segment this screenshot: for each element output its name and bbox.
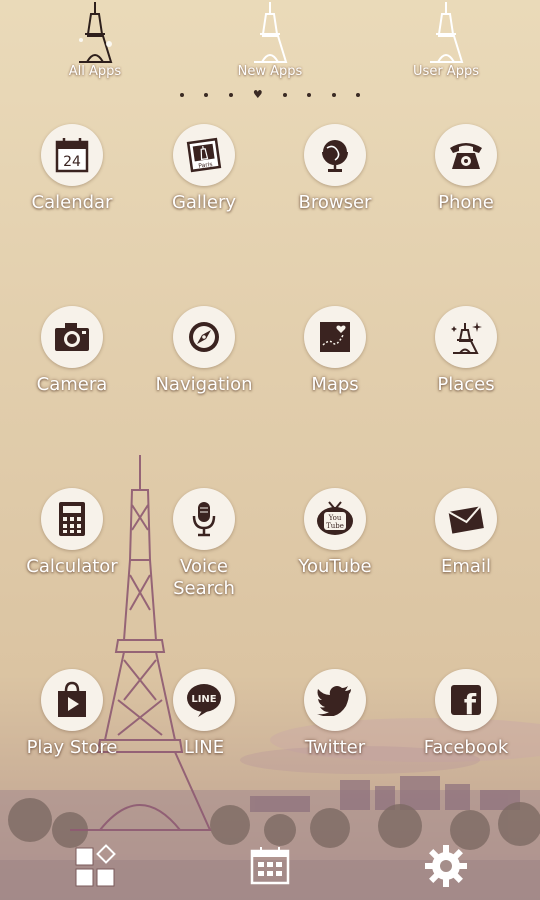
- eiffel-tower-icon: [430, 2, 464, 63]
- app-play-store-badge: [41, 669, 103, 731]
- page-dot[interactable]: [283, 93, 288, 97]
- page-indicator: ♥: [180, 88, 360, 102]
- microphone-icon: [192, 502, 216, 537]
- app-play-store[interactable]: Play Store: [7, 669, 137, 759]
- page-dot[interactable]: [307, 93, 312, 97]
- tab-user-apps-label: User Apps: [413, 64, 479, 79]
- play-bag-icon: [58, 681, 86, 717]
- app-gallery[interactable]: Paris Gallery: [139, 124, 269, 214]
- tab-all-apps-label: All Apps: [68, 64, 122, 79]
- app-browser-badge: [304, 124, 366, 186]
- app-gallery-badge: Paris: [173, 124, 235, 186]
- gallery-icon: Paris: [186, 137, 222, 173]
- facebook-glyph: f: [464, 688, 477, 718]
- settings-gear-icon: [425, 845, 467, 887]
- app-maps[interactable]: Maps: [270, 306, 400, 396]
- page-dot[interactable]: [355, 93, 360, 97]
- app-voice-search-label-line1: Voice: [180, 556, 228, 577]
- app-facebook[interactable]: f Facebook: [401, 669, 531, 759]
- app-email[interactable]: Email: [401, 488, 531, 578]
- app-calculator-badge: [41, 488, 103, 550]
- eiffel-tower-icon: [254, 2, 288, 63]
- app-navigation-badge: [173, 306, 235, 368]
- app-voice-search-label: Voice Search: [139, 556, 269, 600]
- tab-new-apps-label: New Apps: [237, 64, 303, 79]
- app-play-store-label: Play Store: [26, 737, 118, 758]
- bird-icon: [317, 686, 351, 716]
- tv-icon: You Tube: [317, 501, 353, 535]
- app-drawer-icon: [250, 847, 290, 885]
- app-youtube[interactable]: You Tube YouTube: [270, 488, 400, 578]
- app-youtube-label: YouTube: [298, 556, 372, 577]
- app-twitter[interactable]: Twitter: [270, 669, 400, 759]
- app-email-label: Email: [441, 556, 491, 577]
- app-calendar-badge: 24: [41, 124, 103, 186]
- app-calculator[interactable]: Calculator: [7, 488, 137, 578]
- app-voice-search-badge: [173, 488, 235, 550]
- app-camera[interactable]: Camera: [7, 306, 137, 396]
- app-facebook-label: Facebook: [423, 737, 509, 758]
- tab-new-apps[interactable]: New Apps: [215, 0, 325, 90]
- app-places-label: Places: [437, 374, 495, 395]
- app-browser-label: Browser: [298, 192, 372, 213]
- app-maps-label: Maps: [311, 374, 359, 395]
- app-calculator-label: Calculator: [26, 556, 118, 577]
- page-dot[interactable]: [204, 93, 209, 97]
- app-places-badge: [435, 306, 497, 368]
- app-voice-search-label-line2: Search: [173, 578, 235, 599]
- camera-icon: [55, 323, 89, 351]
- app-navigation-label: Navigation: [155, 374, 253, 395]
- app-youtube-badge: You Tube: [304, 488, 366, 550]
- tab-all-apps[interactable]: All Apps: [40, 0, 150, 90]
- app-navigation[interactable]: Navigation: [139, 306, 269, 396]
- app-phone[interactable]: Phone: [401, 124, 531, 214]
- app-phone-label: Phone: [438, 192, 494, 213]
- app-phone-badge: [435, 124, 497, 186]
- page-dot[interactable]: [331, 93, 336, 97]
- app-calendar-label: Calendar: [31, 192, 113, 213]
- tab-user-apps[interactable]: User Apps: [391, 0, 501, 90]
- compass-icon: [189, 322, 219, 352]
- app-camera-badge: [41, 306, 103, 368]
- app-twitter-badge: [304, 669, 366, 731]
- app-camera-label: Camera: [36, 374, 108, 395]
- page-dot[interactable]: [180, 93, 184, 97]
- app-voice-search[interactable]: Voice Search: [139, 488, 269, 600]
- line-bubble-icon: LINE: [187, 684, 221, 717]
- map-icon: [320, 322, 350, 352]
- current-page-heart-icon[interactable]: ♥: [253, 89, 263, 100]
- page-dot[interactable]: [228, 93, 233, 97]
- home-screen: All Apps New Apps User Apps ♥ 24 Calenda…: [0, 0, 540, 900]
- calendar-date: 24: [63, 154, 81, 170]
- facebook-icon: f: [451, 685, 481, 718]
- app-line-badge: LINE: [173, 669, 235, 731]
- app-places[interactable]: Places: [401, 306, 531, 396]
- widgets-icon: [75, 844, 116, 887]
- envelope-icon: [448, 505, 484, 534]
- widgets-button[interactable]: [68, 838, 124, 894]
- app-drawer-button[interactable]: [242, 838, 298, 894]
- app-line[interactable]: LINE LINE: [139, 669, 269, 759]
- app-email-badge: [435, 488, 497, 550]
- youtube-text-line2: Tube: [326, 522, 344, 530]
- eiffel-tower-icon: [79, 2, 113, 63]
- app-line-label: LINE: [183, 737, 225, 758]
- line-bubble-text: LINE: [191, 694, 216, 705]
- calculator-icon: [59, 502, 85, 536]
- calendar-icon: 24: [55, 138, 89, 173]
- app-gallery-label: Gallery: [171, 192, 237, 213]
- app-maps-badge: [304, 306, 366, 368]
- eiffel-sparkle-icon: [451, 322, 482, 354]
- app-calendar[interactable]: 24 Calendar: [7, 124, 137, 214]
- globe-icon: [322, 140, 348, 172]
- app-twitter-label: Twitter: [304, 737, 366, 758]
- app-browser[interactable]: Browser: [270, 124, 400, 214]
- youtube-text-line1: You: [328, 514, 342, 522]
- app-facebook-badge: f: [435, 669, 497, 731]
- phone-icon: [450, 143, 482, 169]
- settings-button[interactable]: [418, 838, 474, 894]
